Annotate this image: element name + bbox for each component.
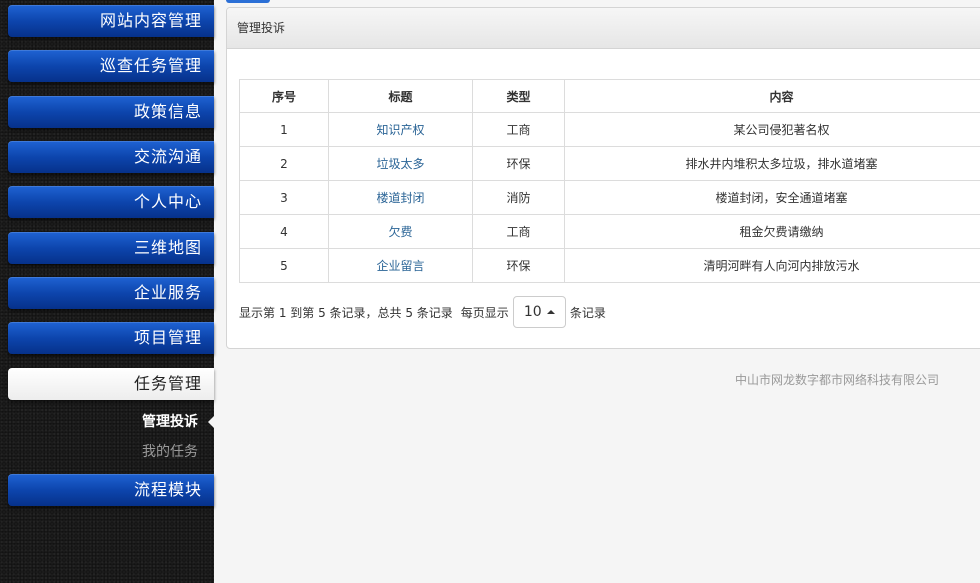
subnav-label: 管理投诉 bbox=[142, 414, 198, 430]
cell-content: 某公司侵犯著名权 bbox=[564, 112, 980, 147]
caret-up-icon bbox=[546, 310, 555, 314]
table-row: 1 知识产权 工商 某公司侵犯著名权 bbox=[239, 112, 980, 147]
top-tab-indicator[interactable] bbox=[226, 0, 270, 3]
cell-title: 欠费 bbox=[328, 214, 473, 249]
table-row: 2 垃圾太多 环保 排水井内堆积太多垃圾，排水道堵塞 bbox=[239, 146, 980, 181]
title-link[interactable]: 知识产权 bbox=[376, 123, 424, 137]
title-link[interactable]: 楼道封闭 bbox=[376, 191, 424, 205]
header-index[interactable]: 序号 bbox=[239, 79, 329, 113]
subnav-label: 我的任务 bbox=[142, 444, 198, 460]
cell-content: 清明河畔有人向河内排放污水 bbox=[564, 248, 980, 283]
cell-index: 1 bbox=[239, 112, 329, 147]
title-link[interactable]: 垃圾太多 bbox=[376, 157, 424, 171]
nav-enterprise-service[interactable]: 企业服务 bbox=[8, 277, 214, 309]
footer-company: 中山市网龙数字都市网络科技有限公司 bbox=[735, 373, 940, 387]
nav-communication[interactable]: 交流沟通 bbox=[8, 141, 214, 173]
cell-title: 企业留言 bbox=[328, 248, 473, 283]
cell-type: 工商 bbox=[472, 112, 565, 147]
nav-website-content[interactable]: 网站内容管理 bbox=[8, 5, 214, 37]
cell-content: 租金欠费请缴纳 bbox=[564, 214, 980, 249]
active-arrow-icon bbox=[208, 416, 214, 428]
table-header-row: 序号 标题 类型 内容 bbox=[239, 79, 980, 113]
cell-content: 排水井内堆积太多垃圾，排水道堵塞 bbox=[564, 146, 980, 181]
records-suffix: 条记录 bbox=[569, 305, 606, 320]
nav-3d-map[interactable]: 三维地图 bbox=[8, 232, 214, 264]
title-link[interactable]: 企业留言 bbox=[376, 259, 424, 273]
table-row: 4 欠费 工商 租金欠费请缴纳 bbox=[239, 214, 980, 249]
cell-index: 4 bbox=[239, 214, 329, 249]
panel-title: 管理投诉 bbox=[227, 8, 980, 49]
nav-task-management[interactable]: 任务管理 bbox=[8, 368, 214, 400]
nav-project-management[interactable]: 项目管理 bbox=[8, 322, 214, 354]
complaints-table: 序号 标题 类型 内容 1 知识产权 工商 某公司侵犯著名权 2 垃圾太多 环保… bbox=[239, 79, 980, 283]
table-row: 3 楼道封闭 消防 楼道封闭，安全通道堵塞 bbox=[239, 180, 980, 215]
title-link[interactable]: 欠费 bbox=[388, 225, 412, 239]
cell-type: 消防 bbox=[472, 180, 565, 215]
cell-title: 知识产权 bbox=[328, 112, 473, 147]
page-size-value: 10 bbox=[523, 304, 542, 320]
table-row: 5 企业留言 环保 清明河畔有人向河内排放污水 bbox=[239, 248, 980, 283]
cell-title: 垃圾太多 bbox=[328, 146, 473, 181]
per-page-label: 每页显示 bbox=[460, 305, 509, 320]
cell-content: 楼道封闭，安全通道堵塞 bbox=[564, 180, 980, 215]
cell-index: 5 bbox=[239, 248, 329, 283]
nav-workflow-module[interactable]: 流程模块 bbox=[8, 474, 214, 506]
header-title[interactable]: 标题 bbox=[328, 79, 473, 113]
header-content[interactable]: 内容 bbox=[564, 79, 980, 113]
cell-type: 环保 bbox=[472, 248, 565, 283]
subnav-manage-complaints[interactable]: 管理投诉 bbox=[0, 409, 214, 435]
header-type[interactable]: 类型 bbox=[472, 79, 565, 113]
pagination-bar: 显示第 1 到第 5 条记录，总共 5 条记录 每页显示 10 条记录 bbox=[239, 295, 606, 329]
cell-type: 环保 bbox=[472, 146, 565, 181]
subnav-my-tasks[interactable]: 我的任务 bbox=[0, 439, 214, 465]
cell-index: 2 bbox=[239, 146, 329, 181]
nav-patrol-tasks[interactable]: 巡查任务管理 bbox=[8, 50, 214, 82]
sidebar: 网站内容管理 巡查任务管理 政策信息 交流沟通 个人中心 三维地图 企业服务 项… bbox=[0, 0, 214, 583]
page-size-dropdown[interactable]: 10 bbox=[512, 296, 566, 328]
cell-index: 3 bbox=[239, 180, 329, 215]
pagination-summary: 显示第 1 到第 5 条记录，总共 5 条记录 bbox=[239, 305, 453, 320]
cell-title: 楼道封闭 bbox=[328, 180, 473, 215]
nav-personal-center[interactable]: 个人中心 bbox=[8, 186, 214, 218]
complaints-panel: 管理投诉 序号 标题 类型 内容 1 知识产权 工商 某公司侵犯著名权 2 垃圾… bbox=[226, 7, 980, 349]
nav-policy-info[interactable]: 政策信息 bbox=[8, 96, 214, 128]
cell-type: 工商 bbox=[472, 214, 565, 249]
